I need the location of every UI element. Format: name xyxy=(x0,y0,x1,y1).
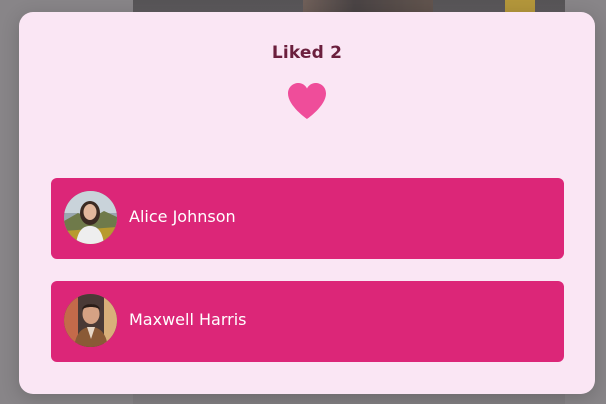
liked-users-list: Alice Johnson Maxwell Harris xyxy=(51,178,564,384)
user-name: Alice Johnson xyxy=(129,207,236,226)
heart-icon xyxy=(288,83,326,119)
user-name: Maxwell Harris xyxy=(129,310,247,329)
user-row-maxwell-harris[interactable]: Maxwell Harris xyxy=(51,281,564,362)
liked-by-modal: Liked 2 Alice Johnson Maxwell Harris xyxy=(19,12,595,394)
avatar[interactable] xyxy=(64,191,117,244)
user-row-alice-johnson[interactable]: Alice Johnson xyxy=(51,178,564,259)
avatar[interactable] xyxy=(64,294,117,347)
modal-title: Liked 2 xyxy=(271,43,343,63)
